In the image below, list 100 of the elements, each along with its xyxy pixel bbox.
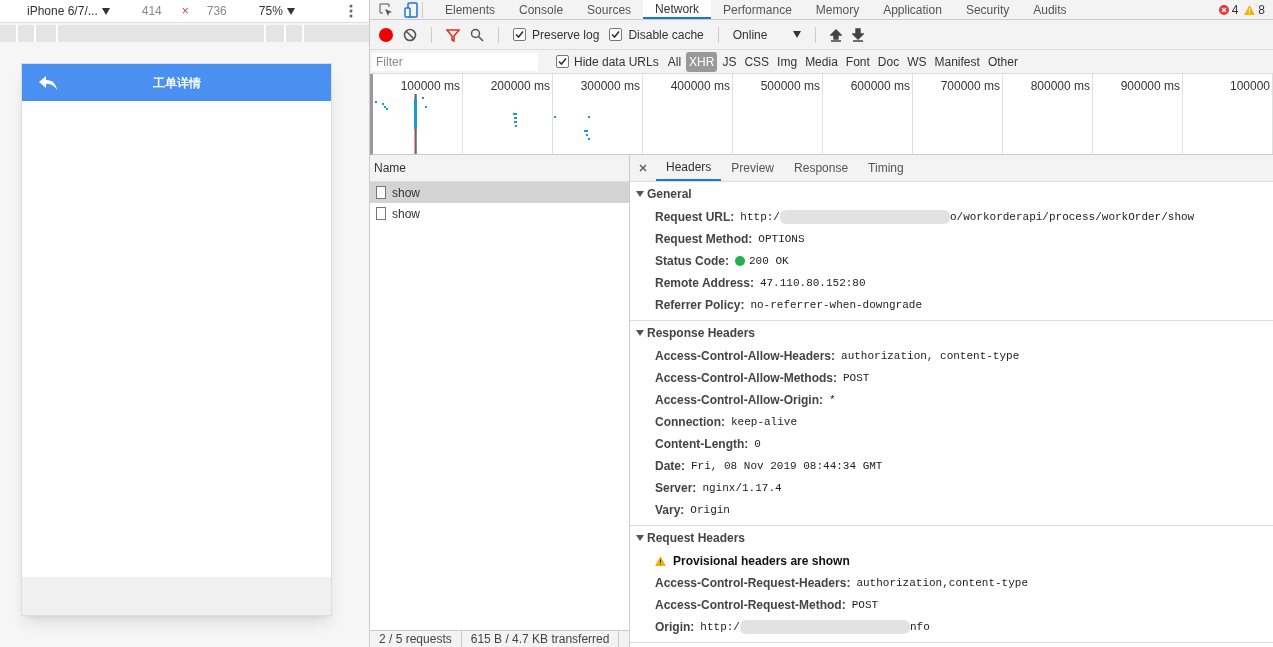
status-text: 615 B / 4.7 KB transferred (461, 630, 620, 647)
checkbox[interactable] (609, 28, 623, 41)
expanded-triangle-icon[interactable] (636, 534, 644, 542)
panel-tab[interactable]: Application (871, 0, 954, 19)
record-button[interactable] (379, 27, 393, 42)
type-filter[interactable]: Manifest (931, 51, 983, 72)
download-icon[interactable] (851, 27, 864, 42)
header-value: authorization, content-type (841, 348, 1020, 364)
timeline-tick: 800000 ms (1029, 78, 1091, 95)
header-name: Access-Control-Allow-Origin: (655, 392, 823, 409)
panel-tab[interactable]: Security (953, 0, 1022, 19)
checkbox-label: Hide data URLs (574, 53, 659, 71)
header-value: http:/ (740, 209, 780, 225)
header-value: POST (851, 597, 879, 613)
header-name: Referrer Policy: (655, 297, 745, 314)
header-value: nginx/1.17.4 (702, 480, 782, 496)
panel-tab[interactable]: Console (507, 0, 576, 19)
caret-icon (286, 7, 295, 15)
header-value: POST (843, 370, 870, 386)
page-title: 工单详情 (151, 74, 202, 92)
type-filter[interactable]: CSS (741, 51, 773, 72)
timeline-tick: 100000 ms (399, 78, 461, 95)
filter-icon[interactable] (446, 27, 460, 42)
more-options-icon[interactable] (349, 4, 353, 18)
dimension-separator: × (181, 3, 189, 20)
header-name: Date: (655, 458, 685, 475)
section-title[interactable]: Response Headers (647, 324, 756, 342)
column-header[interactable]: Name (374, 159, 406, 177)
width-field[interactable]: 414 (141, 2, 162, 20)
type-filter[interactable]: WS (904, 51, 930, 72)
warning-icon (1244, 4, 1256, 15)
type-filter[interactable]: Img (774, 51, 801, 72)
header-name: Server: (655, 480, 697, 497)
warning-count: 8 (1258, 1, 1265, 19)
header-name: Request URL: (655, 209, 735, 226)
panel-tab[interactable]: Elements (433, 0, 508, 19)
timeline-tick: 100000 (1228, 78, 1271, 95)
header-value: authorization,content-type (856, 575, 1029, 591)
detail-tab[interactable]: Headers (656, 155, 722, 181)
status-text: 2 / 5 requests (370, 630, 462, 647)
detail-tab[interactable]: Preview (721, 155, 785, 181)
height-field[interactable]: 736 (206, 2, 227, 20)
header-value: keep-alive (731, 414, 797, 430)
back-arrow-icon[interactable] (38, 74, 58, 91)
header-name: Access-Control-Request-Headers: (655, 575, 851, 592)
panel-tab[interactable]: Network (643, 0, 712, 19)
panel-tab[interactable]: Audits (1021, 0, 1079, 19)
type-filter[interactable]: All (664, 51, 685, 72)
header-value: 0 (754, 436, 761, 452)
device-toggle-icon[interactable] (404, 1, 418, 18)
section-title[interactable]: Request Headers (647, 529, 746, 547)
header-value: 200 OK (749, 253, 789, 269)
type-filter[interactable]: Media (802, 51, 841, 72)
header-name: Access-Control-Allow-Headers: (655, 348, 836, 365)
type-filter[interactable]: JS (719, 51, 740, 72)
checkbox[interactable] (556, 55, 569, 68)
clear-icon[interactable] (403, 27, 417, 42)
header-name: Access-Control-Allow-Methods: (655, 370, 837, 387)
panel-tab[interactable]: Performance (711, 0, 804, 19)
expanded-triangle-icon[interactable] (636, 329, 644, 337)
upload-icon[interactable] (829, 27, 842, 42)
type-filter[interactable]: Doc (874, 51, 903, 72)
zoom-select[interactable]: 75% (258, 2, 295, 20)
panel-tab[interactable]: Memory (803, 0, 872, 19)
request-row[interactable]: show (370, 182, 629, 203)
header-name: Access-Control-Request-Method: (655, 597, 846, 614)
caret-icon (792, 31, 801, 38)
document-icon (376, 207, 386, 220)
expanded-triangle-icon[interactable] (636, 190, 644, 198)
timeline-tick: 700000 ms (939, 78, 1001, 95)
checkbox[interactable] (513, 28, 526, 41)
inspect-icon[interactable] (379, 2, 393, 17)
panel-tab[interactable]: Sources (575, 0, 644, 19)
filter-field[interactable]: Filter (372, 52, 538, 71)
search-icon[interactable] (470, 27, 484, 42)
type-filter[interactable]: Font (842, 51, 873, 72)
close-icon[interactable] (639, 164, 647, 172)
throttling-select[interactable]: Online (732, 25, 801, 44)
header-value: o/workorderapi/process/workOrder/show (949, 209, 1195, 225)
header-name: Connection: (655, 414, 725, 431)
error-icon (1218, 4, 1229, 15)
header-name: Content-Length: (655, 436, 749, 453)
detail-tab[interactable]: Timing (858, 155, 914, 181)
document-icon (376, 186, 386, 199)
device-select[interactable]: iPhone 6/7/... (27, 2, 110, 20)
checkbox-label: Disable cache (628, 26, 704, 44)
timeline-tick: 400000 ms (669, 78, 731, 95)
detail-tab[interactable]: Response (784, 155, 859, 181)
timeline-tick: 300000 ms (579, 78, 641, 95)
error-count: 4 (1231, 1, 1239, 19)
header-value: 47.110.80.152:80 (759, 275, 866, 291)
type-filter[interactable]: Other (984, 51, 1021, 72)
timeline-tick: 200000 ms (489, 78, 551, 95)
header-name: Status Code: (655, 253, 729, 270)
section-title[interactable]: General (647, 185, 692, 203)
header-value: Origin (690, 502, 730, 518)
header-value: Fri, 08 Nov 2019 08:44:34 GMT (691, 458, 883, 474)
header-value: http:/ (700, 619, 740, 635)
header-name: Origin: (655, 619, 695, 636)
header-value: * (829, 392, 836, 408)
